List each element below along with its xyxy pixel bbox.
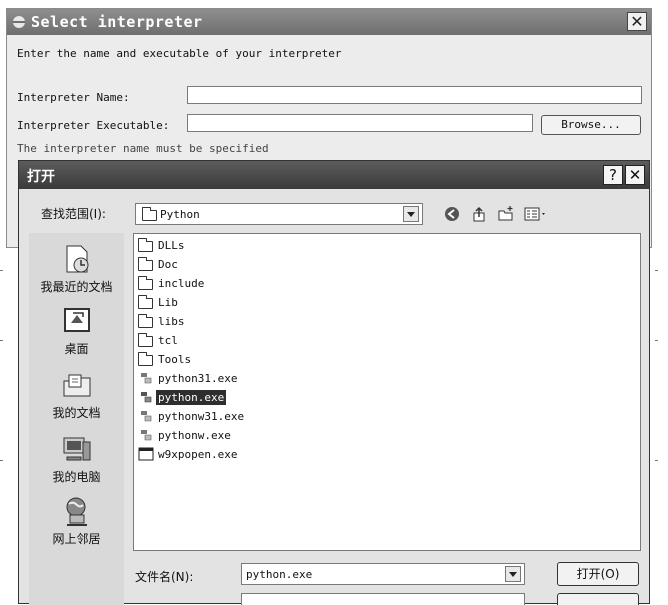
interpreter-dialog-close-button[interactable]: ✕ — [627, 12, 647, 31]
file-name: tcl — [158, 333, 178, 347]
interpreter-description: Enter the name and executable of your in… — [17, 47, 342, 60]
new-folder-icon[interactable] — [497, 205, 515, 223]
place-label: 桌面 — [64, 342, 89, 356]
interpreter-dialog-title: Select interpreter — [31, 13, 203, 31]
place-label: 网上邻居 — [52, 532, 101, 546]
place-label: 我的电脑 — [52, 470, 101, 484]
folder-icon — [138, 257, 153, 271]
help-button[interactable]: ? — [603, 165, 623, 185]
file-name-label: 文件名(N): — [135, 570, 194, 584]
my-computer-icon — [63, 437, 90, 461]
python-file-icon — [141, 392, 152, 403]
close-icon: ✕ — [630, 12, 644, 31]
python-file-icon — [141, 373, 152, 384]
file-list-item[interactable]: include — [138, 274, 206, 292]
file-name: pythonw.exe — [158, 428, 231, 442]
up-folder-icon[interactable] — [471, 205, 489, 223]
network-places-icon — [66, 497, 87, 526]
open-dialog-close-button[interactable]: ✕ — [625, 165, 645, 185]
edge-mark — [655, 460, 658, 461]
interpreter-name-label: Interpreter Name: — [17, 91, 130, 104]
file-list-item[interactable]: libs — [138, 312, 187, 330]
place-recent-documents[interactable]: 我最近的文档 — [29, 243, 124, 295]
window-app-icon — [138, 447, 154, 461]
open-dialog-title: 打开 — [27, 169, 55, 185]
open-file-dialog: 打开 ? ✕ 查找范围(I): Python 我最近的文档 桌面 我的文档 我的… — [18, 160, 650, 605]
file-list-item[interactable]: DLLs — [138, 236, 187, 254]
place-label: 我的文档 — [52, 406, 101, 420]
folder-icon — [138, 333, 153, 347]
desktop-icon — [63, 308, 90, 332]
file-list-item[interactable]: Doc — [138, 255, 180, 273]
file-list-item[interactable]: Tools — [138, 350, 193, 368]
file-name: pythonw31.exe — [158, 409, 245, 423]
look-in-label: 查找范围(I): — [41, 207, 106, 221]
look-in-value: Python — [160, 208, 200, 221]
interpreter-executable-label: Interpreter Executable: — [17, 119, 170, 132]
file-name: Tools — [158, 352, 192, 366]
file-list-item[interactable]: tcl — [138, 331, 180, 349]
file-name-value: python.exe — [246, 568, 313, 581]
place-label: 我最近的文档 — [40, 280, 113, 294]
python-file-icon — [141, 430, 152, 441]
cancel-button[interactable] — [557, 593, 639, 605]
python-file-icon — [141, 411, 152, 422]
interpreter-name-input[interactable] — [187, 86, 642, 104]
file-name: Doc — [158, 257, 178, 271]
view-menu-icon[interactable] — [523, 205, 549, 223]
look-in-dropdown[interactable]: Python — [135, 203, 423, 225]
edge-mark — [655, 340, 658, 341]
back-icon[interactable] — [443, 205, 461, 223]
file-type-dropdown[interactable] — [241, 593, 525, 605]
file-name: python31.exe — [158, 371, 238, 385]
file-name: python.exe — [156, 389, 227, 405]
file-name: w9xpopen.exe — [158, 447, 238, 461]
interpreter-dialog-titlebar[interactable]: Select interpreter ✕ — [7, 9, 651, 35]
folder-icon — [138, 238, 153, 252]
browse-button[interactable]: Browse... — [541, 115, 641, 135]
folder-icon — [138, 352, 153, 366]
chevron-down-icon[interactable] — [403, 206, 419, 222]
file-list-item[interactable]: Lib — [138, 293, 180, 311]
file-list-item[interactable]: python31.exe — [138, 369, 239, 387]
folder-icon — [138, 276, 153, 290]
dialog-window-icon — [13, 16, 25, 28]
file-list-item[interactable]: pythonw.exe — [138, 426, 233, 444]
edge-mark — [655, 270, 658, 271]
close-icon: ✕ — [628, 166, 642, 184]
edge-mark — [0, 340, 3, 341]
place-my-computer[interactable]: 我的电脑 — [29, 433, 124, 485]
place-network-places[interactable]: 网上邻居 — [29, 495, 124, 547]
file-list-item[interactable]: w9xpopen.exe — [138, 445, 239, 463]
open-button[interactable]: 打开(O) — [557, 562, 639, 586]
file-list-item[interactable]: pythonw31.exe — [138, 407, 246, 425]
interpreter-error-message: The interpreter name must be specified — [17, 142, 269, 155]
edge-mark — [0, 460, 3, 461]
file-list[interactable]: DLLs Doc include Lib libs tcl Tools pyth… — [133, 233, 641, 551]
help-icon: ? — [609, 166, 617, 184]
open-dialog-titlebar[interactable]: 打开 ? ✕ — [19, 161, 649, 189]
place-desktop[interactable]: 桌面 — [29, 305, 124, 357]
my-documents-icon — [63, 374, 90, 397]
folder-icon — [138, 295, 153, 309]
file-name-input[interactable]: python.exe — [241, 563, 525, 585]
file-list-item-selected[interactable]: python.exe — [138, 388, 227, 406]
interpreter-executable-input[interactable] — [187, 114, 533, 132]
edge-mark — [0, 270, 3, 271]
places-bar: 我最近的文档 桌面 我的文档 我的电脑 网上邻居 — [29, 233, 124, 605]
file-name: DLLs — [158, 238, 185, 252]
file-name: include — [158, 276, 205, 290]
place-my-documents[interactable]: 我的文档 — [29, 369, 124, 421]
recent-documents-icon — [66, 245, 88, 273]
chevron-down-icon[interactable] — [505, 566, 521, 582]
file-name: libs — [158, 314, 185, 328]
file-name: Lib — [158, 295, 178, 309]
folder-icon — [138, 314, 153, 328]
folder-icon — [142, 207, 157, 221]
